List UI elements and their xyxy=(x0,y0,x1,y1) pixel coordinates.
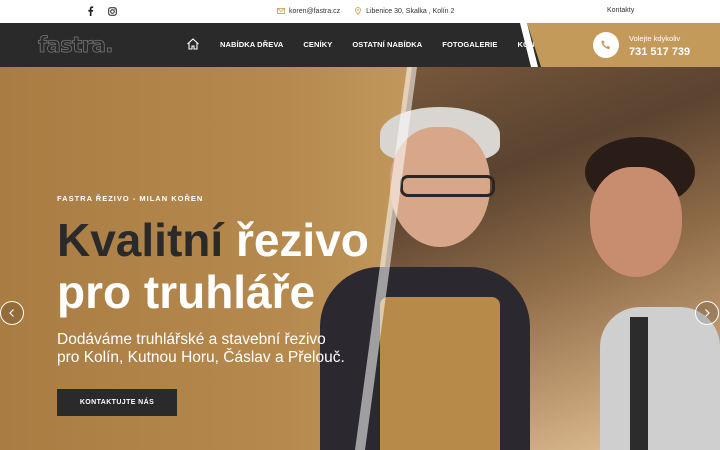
call-number[interactable]: 731 517 739 xyxy=(629,46,690,58)
chevron-left-icon xyxy=(9,309,14,317)
instagram-icon[interactable] xyxy=(106,5,118,17)
menu-item-nabidka-dreva[interactable]: NABÍDKA DŘEVA xyxy=(220,40,283,49)
call-label: Volejte kdykoliv xyxy=(629,34,681,43)
menu-item-fotogalerie[interactable]: FOTOGALERIE xyxy=(442,40,497,49)
menu-item-ceniky[interactable]: CENÍKY xyxy=(303,40,332,49)
woman-face xyxy=(590,167,682,277)
kontakty-link[interactable]: Kontakty xyxy=(607,7,634,14)
contact-info: koren@fastra.cz Libenice 30, Skalka , Ko… xyxy=(277,7,454,15)
email-text: koren@fastra.cz xyxy=(289,7,341,15)
hero-section: FASTRA ŘEZIVO - MILAN KOŘEN Kvalitní řez… xyxy=(0,67,720,450)
call-box[interactable]: Volejte kdykoliv 731 517 739 xyxy=(527,23,720,67)
address: Libenice 30, Skalka , Kolín 2 xyxy=(354,7,454,15)
location-pin-icon xyxy=(355,7,361,15)
subtitle-line-1: Dodáváme truhlářské a stavební řezivo xyxy=(57,331,326,348)
menu-item-ostatni-nabidka[interactable]: OSTATNÍ NABÍDKA xyxy=(352,40,422,49)
email-link[interactable]: koren@fastra.cz xyxy=(277,7,340,15)
home-icon[interactable] xyxy=(186,38,200,50)
woman-apron-strap xyxy=(630,317,648,450)
menu: NABÍDKA DŘEVA CENÍKY OSTATNÍ NABÍDKA FOT… xyxy=(186,38,574,50)
phone-icon xyxy=(593,32,619,58)
man-glasses xyxy=(400,175,495,197)
social-links xyxy=(84,5,118,17)
mail-icon xyxy=(277,8,285,14)
top-bar: koren@fastra.cz Libenice 30, Skalka , Ko… xyxy=(0,0,720,23)
logo[interactable]: fastra. xyxy=(38,33,114,58)
man-apron xyxy=(380,297,500,450)
chevron-right-icon xyxy=(705,309,710,317)
hero-subtitle: Dodáváme truhlářské a stavební řezivo pr… xyxy=(57,331,345,367)
slider-next-button[interactable] xyxy=(695,301,719,325)
facebook-icon[interactable] xyxy=(84,5,96,17)
woman-body xyxy=(600,307,720,450)
hero-eyebrow: FASTRA ŘEZIVO - MILAN KOŘEN xyxy=(57,194,204,203)
slider-prev-button[interactable] xyxy=(0,301,24,325)
headline-word-kvalitni: Kvalitní xyxy=(57,214,224,266)
address-text: Libenice 30, Skalka , Kolín 2 xyxy=(366,7,455,15)
contact-us-button[interactable]: KONTAKTUJTE NÁS xyxy=(57,389,177,416)
headline-line-2: pro truhláře xyxy=(57,266,316,318)
headline-word-rezivo: řezivo xyxy=(235,214,369,266)
hero-headline: Kvalitní řezivo pro truhláře xyxy=(57,214,369,318)
headline-line-1: Kvalitní řezivo xyxy=(57,214,369,266)
subtitle-line-2: pro Kolín, Kutnou Horu, Čáslav a Přelouč… xyxy=(57,349,345,366)
